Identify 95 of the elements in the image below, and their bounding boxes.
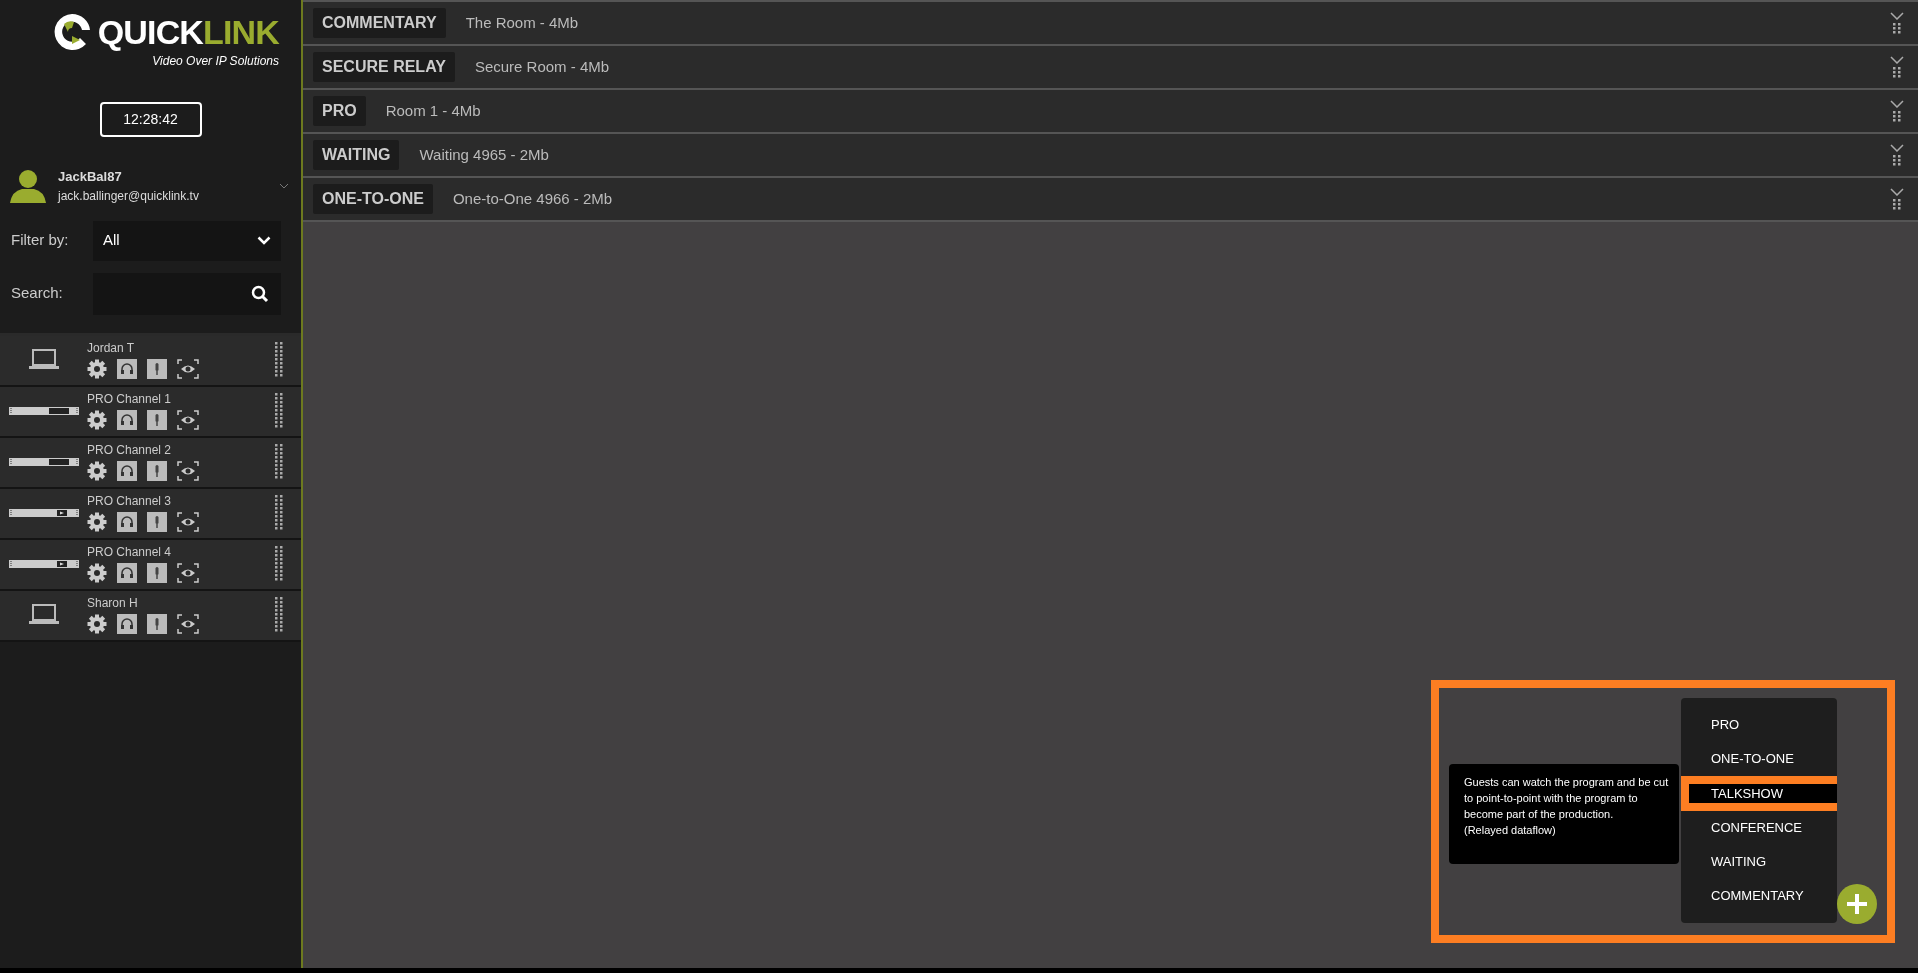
drag-handle-icon[interactable] — [1893, 110, 1901, 123]
drag-handle-icon[interactable] — [1893, 66, 1901, 79]
menu-item[interactable]: CONFERENCE — [1681, 811, 1837, 845]
settings-icon[interactable] — [87, 512, 107, 532]
menu-item[interactable]: TALKSHOW — [1681, 776, 1837, 811]
room-type-tag: COMMENTARY — [313, 8, 446, 38]
device-row[interactable]: Sharon H — [0, 590, 301, 642]
microphone-icon[interactable] — [147, 563, 167, 583]
microphone-icon[interactable] — [147, 461, 167, 481]
microphone-icon[interactable] — [147, 359, 167, 379]
headphones-icon[interactable] — [117, 614, 137, 634]
eye-icon[interactable] — [177, 563, 199, 583]
pro-rack-icon — [8, 406, 79, 416]
headphones-icon[interactable] — [117, 461, 137, 481]
microphone-icon[interactable] — [147, 614, 167, 634]
microphone-icon[interactable] — [147, 410, 167, 430]
device-name: PRO Channel 2 — [87, 443, 173, 457]
eye-icon[interactable] — [177, 461, 199, 481]
device-name: Sharon H — [87, 596, 139, 610]
drag-handle-icon[interactable] — [1893, 198, 1901, 211]
chevron-down-icon — [257, 236, 271, 245]
room-name: One-to-One 4966 - 2Mb — [452, 188, 614, 209]
drag-handle-icon[interactable] — [275, 342, 283, 378]
eye-icon[interactable] — [177, 410, 199, 430]
device-name: PRO Channel 1 — [87, 392, 173, 406]
plus-icon — [1846, 893, 1868, 915]
room-row[interactable]: ONE-TO-ONE One-to-One 4966 - 2Mb — [303, 176, 1918, 220]
user-name: JackBal87 — [58, 168, 123, 186]
chevron-down-icon[interactable] — [1890, 143, 1904, 152]
chevron-down-icon[interactable] — [1890, 11, 1904, 20]
headphones-icon[interactable] — [117, 563, 137, 583]
room-type-tag: WAITING — [313, 140, 400, 170]
filter-label: Filter by: — [11, 230, 70, 251]
rack-unit-icon — [8, 508, 79, 518]
drag-handle-icon[interactable] — [1893, 154, 1901, 167]
settings-icon[interactable] — [87, 359, 107, 379]
room-type-tag: ONE-TO-ONE — [313, 184, 433, 214]
user-email: jack.ballinger@quicklink.tv — [58, 187, 200, 205]
eye-icon[interactable] — [177, 359, 199, 379]
tooltip-text: Guests can watch the program and be cut to point-to-point with the program to become part of the production. (Relayed dataflow) — [1464, 775, 1670, 838]
laptop-icon — [28, 349, 59, 371]
settings-icon[interactable] — [87, 563, 107, 583]
room-row[interactable]: WAITING Waiting 4965 - 2Mb — [303, 132, 1918, 176]
headphones-icon[interactable] — [117, 359, 137, 379]
room-name: Room 1 - 4Mb — [385, 100, 482, 121]
logo-tagline: Video Over IP Solutions — [152, 53, 279, 70]
room-name: Waiting 4965 - 2Mb — [419, 144, 550, 165]
room-row[interactable]: SECURE RELAY Secure Room - 4Mb — [303, 44, 1918, 88]
drag-handle-icon[interactable] — [275, 546, 283, 582]
device-row[interactable]: PRO Channel 1 — [0, 386, 301, 438]
chevron-down-icon[interactable] — [1890, 187, 1904, 196]
rack-unit-icon — [8, 559, 79, 569]
drag-handle-icon[interactable] — [275, 444, 283, 480]
filter-dropdown[interactable]: All — [93, 220, 281, 261]
device-name: Jordan T — [87, 341, 136, 355]
clock: 12:28:42 — [99, 102, 202, 137]
menu-item[interactable]: COMMENTARY — [1681, 879, 1837, 913]
device-name: PRO Channel 4 — [87, 545, 173, 559]
chevron-down-icon[interactable] — [279, 182, 289, 189]
device-row[interactable]: PRO Channel 3 — [0, 488, 301, 540]
drag-handle-icon[interactable] — [275, 597, 283, 633]
eye-icon[interactable] — [177, 512, 199, 532]
headphones-icon[interactable] — [117, 410, 137, 430]
search-icon — [251, 284, 269, 303]
device-row[interactable]: PRO Channel 2 — [0, 437, 301, 489]
logo-wordmark: QUICKLINK — [97, 15, 279, 49]
room-row[interactable]: COMMENTARY The Room - 4Mb — [303, 0, 1918, 44]
menu-item[interactable]: PRO — [1681, 708, 1837, 742]
room-type-tag: SECURE RELAY — [313, 52, 455, 82]
device-row[interactable]: PRO Channel 4 — [0, 539, 301, 591]
add-button[interactable] — [1837, 884, 1877, 924]
eye-icon[interactable] — [177, 614, 199, 634]
settings-icon[interactable] — [87, 461, 107, 481]
microphone-icon[interactable] — [147, 512, 167, 532]
search-field[interactable] — [93, 272, 281, 315]
headphones-icon[interactable] — [117, 512, 137, 532]
menu-item[interactable]: WAITING — [1681, 845, 1837, 879]
chevron-down-icon[interactable] — [1890, 99, 1904, 108]
device-row[interactable]: Jordan T — [0, 335, 301, 387]
pro-rack-icon — [8, 457, 79, 467]
user-avatar-icon — [10, 168, 46, 203]
room-name: The Room - 4Mb — [465, 12, 580, 33]
chevron-down-icon[interactable] — [1890, 55, 1904, 64]
drag-handle-icon[interactable] — [1893, 22, 1901, 35]
drag-handle-icon[interactable] — [275, 495, 283, 531]
room-name: Secure Room - 4Mb — [474, 56, 611, 77]
room-row[interactable]: PRO Room 1 - 4Mb — [303, 88, 1918, 132]
settings-icon[interactable] — [87, 410, 107, 430]
drag-handle-icon[interactable] — [275, 393, 283, 429]
device-name: PRO Channel 3 — [87, 494, 173, 508]
laptop-icon — [28, 604, 59, 626]
search-label: Search: — [11, 283, 64, 304]
settings-icon[interactable] — [87, 614, 107, 634]
room-type-tag: PRO — [313, 96, 366, 126]
menu-item[interactable]: ONE-TO-ONE — [1681, 742, 1837, 776]
